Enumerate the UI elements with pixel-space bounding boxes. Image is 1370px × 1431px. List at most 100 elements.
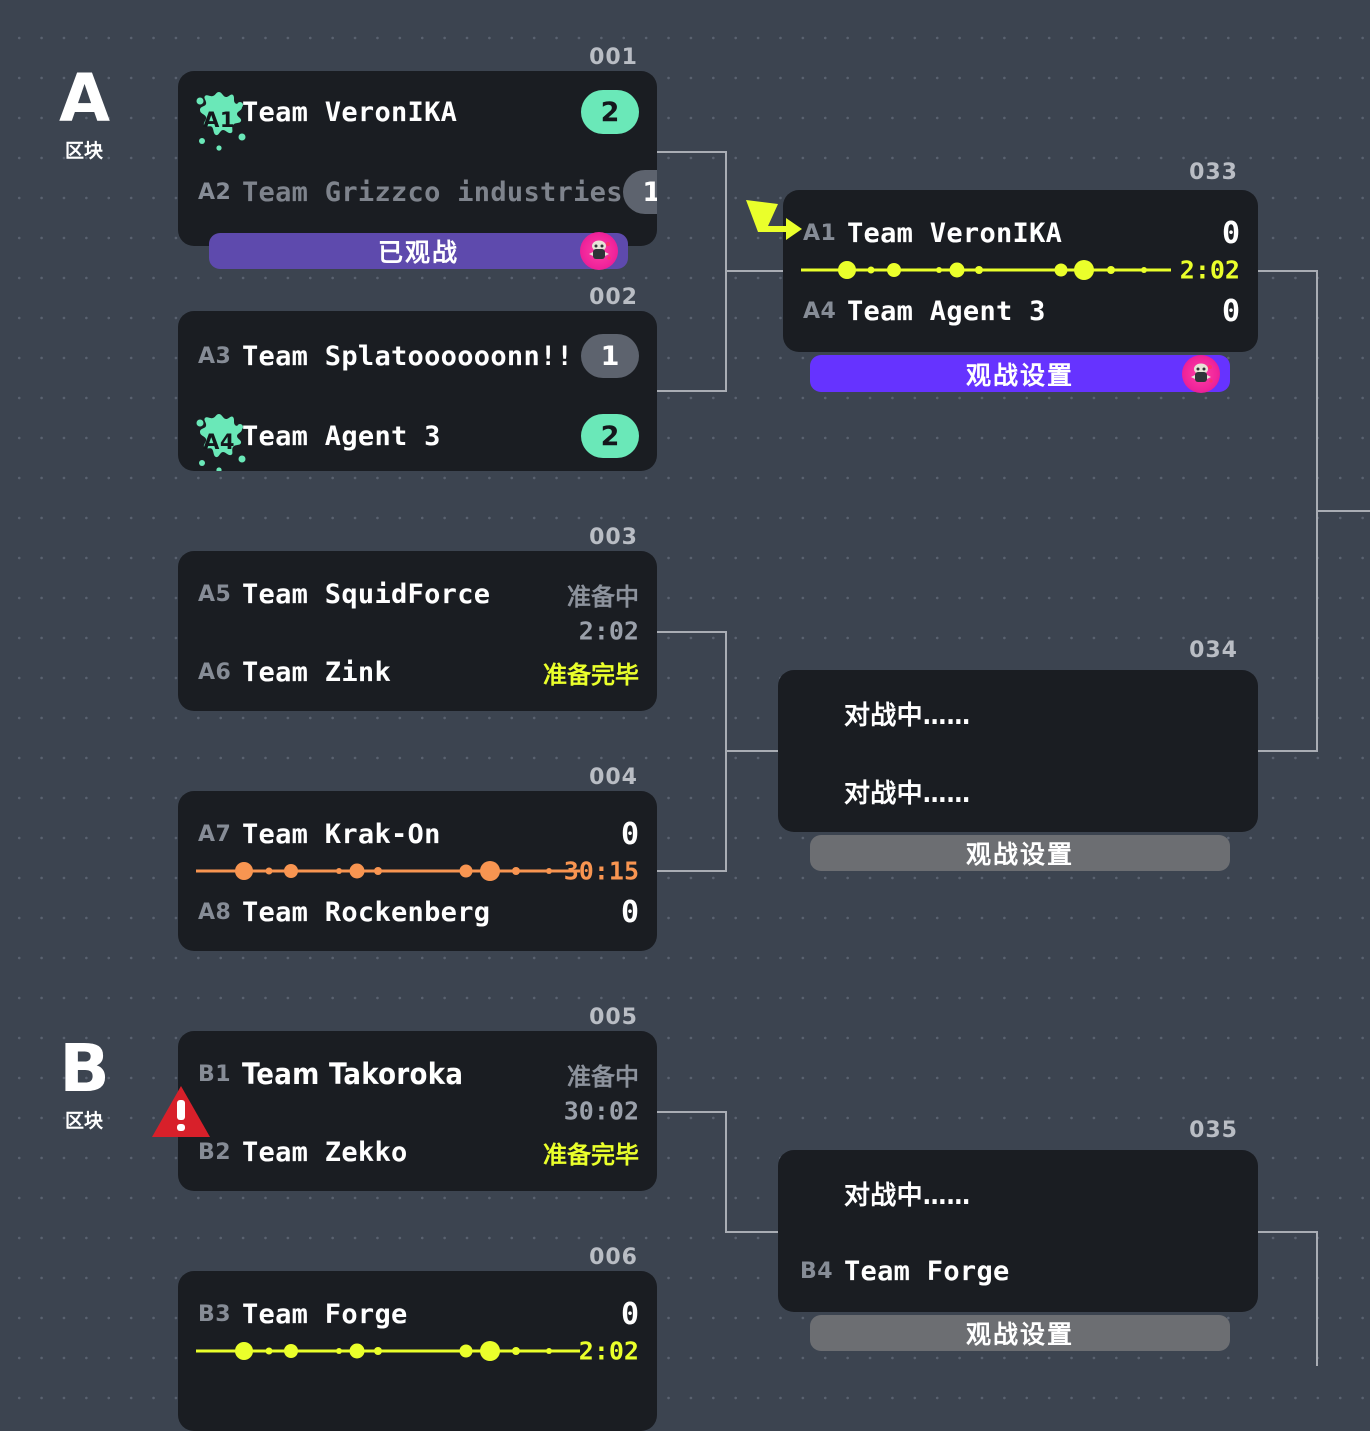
team-name: Team Forge [242,1298,408,1330]
connector-002-out [657,390,727,392]
match-id-002: 002 [589,285,638,310]
connector-033-out [1258,270,1318,272]
connector-001-out [657,151,727,153]
match-card-005[interactable]: B1 Team Takoroka 准备中 30:02 B2 Team Zekko… [178,1031,657,1191]
ink-line-decoration [196,1341,580,1361]
seed-label: A4 [803,298,837,324]
block-label-a: A 区块 [36,66,132,163]
seed-label: A1 [803,220,837,246]
match-card-002[interactable]: A3 Team Splatoooooonn!! 1 A4 Team Agent … [178,311,657,471]
match-divider: 2:02 [178,616,657,646]
match-row-team[interactable]: A7 Team Krak-On 0 [178,807,657,861]
match-card-001[interactable]: A1 Team VeronIKA 2 A1 A2 Team Grizzco in… [178,71,657,246]
team-score: 0 [1221,215,1240,251]
match-id-033: 033 [1189,160,1238,185]
team-name: Team VeronIKA [242,96,458,128]
connector-035-out [1258,1231,1318,1233]
match-row-team[interactable]: B4 Team Forge [778,1244,1258,1298]
spectate-label: 观战设置 [965,1320,1074,1349]
seed-label: B4 [800,1258,834,1284]
seed-label: B1 [198,1061,232,1087]
match-id-001: 001 [589,45,638,70]
spectate-bar-001[interactable]: 已观战 [209,232,628,270]
team-name: Team SquidForce [242,578,491,610]
match-card-003[interactable]: A5 Team SquidForce 准备中 2:02 A6 Team Zink… [178,551,657,711]
match-id-035: 035 [1189,1118,1238,1143]
match-id-006: 006 [589,1245,638,1270]
team-name: 对战中…… [844,700,971,731]
match-row-team[interactable]: 对战中…… [778,686,1258,740]
match-row-team[interactable]: A1 Team VeronIKA 0 [783,206,1258,260]
match-divider: 2:02 [783,255,1258,285]
team-score: 0 [620,894,639,930]
seed-label: A8 [198,899,232,925]
team-score: 1 [581,334,639,378]
match-timer: 30:15 [563,856,639,886]
connector-into-033 [725,270,785,272]
match-row-team[interactable]: A1 Team VeronIKA 2 [178,85,657,139]
match-row-team[interactable]: B3 Team Forge 0 [178,1287,657,1341]
connector-004-out [657,870,727,872]
connector-into-final [1316,510,1370,512]
team-name: Team VeronIKA [847,217,1063,249]
match-divider: 30:15 [178,856,657,886]
connector-into-034 [725,750,785,752]
spectator-avatar [1182,354,1220,393]
team-score: 2 [581,414,639,458]
match-row-team[interactable]: B2 Team Zekko 准备完毕 [178,1125,657,1179]
match-timer: 2:02 [578,1336,639,1366]
team-name: Team Rockenberg [242,896,491,928]
spectate-bar-035[interactable]: 观战设置 [810,1315,1230,1351]
match-row-team[interactable]: A4 Team Agent 3 0 [783,284,1258,338]
team-name: Team Krak-On [242,818,441,850]
connector-round2-vert2 [1316,510,1318,752]
match-row-team[interactable]: A3 Team Splatoooooonn!! 1 [178,329,657,383]
match-row-team[interactable]: A8 Team Rockenberg 0 [178,885,657,939]
team-score: 0 [620,1296,639,1332]
connector-round1-b-vert2 [725,750,727,872]
connector-003-out [657,631,727,633]
match-row-team[interactable]: A6 Team Zink 准备完毕 [178,645,657,699]
team-name: Team Takoroka [242,1057,464,1091]
seed-label: A5 [198,581,232,607]
match-row-team[interactable]: B1 Team Takoroka 准备中 [178,1047,657,1101]
block-sublabel-a: 区块 [64,140,103,162]
team-name: Team Agent 3 [242,420,441,452]
block-letter-b: B [59,1030,109,1107]
connector-034-out [1258,750,1318,752]
match-card-004[interactable]: A7 Team Krak-On 0 30:15 A8 Team Rockenbe… [178,791,657,951]
spectate-bar-034[interactable]: 观战设置 [810,835,1230,871]
spectate-bar-033[interactable]: 观战设置 [810,354,1230,393]
connector-round1-c-vert [725,1111,727,1231]
match-id-003: 003 [589,525,638,550]
match-card-033[interactable]: A1 Team VeronIKA 0 2:02 A4 Team Agent 3 … [783,190,1258,352]
team-name: 对战中…… [844,1180,971,1211]
match-card-034[interactable]: 对战中…… 对战中…… [778,670,1258,832]
team-status: 准备完毕 [543,1140,639,1169]
match-card-006[interactable]: B3 Team Forge 0 2:02 [178,1271,657,1431]
match-row-team[interactable]: A5 Team SquidForce 准备中 [178,567,657,621]
block-label-b: B 区块 [36,1030,132,1133]
seed-label: A3 [198,343,232,369]
match-row-team[interactable]: 对战中…… [778,764,1258,818]
connector-round2-vert [1316,270,1318,510]
seed-label: A7 [198,821,232,847]
connector-into-035 [725,1231,785,1233]
match-timer: 2:02 [578,616,639,646]
match-timer: 2:02 [1179,255,1240,285]
seed-label: B2 [198,1139,232,1165]
spectate-label: 观战设置 [965,360,1074,390]
match-divider: 30:02 [178,1097,657,1126]
team-score: 0 [620,816,639,852]
match-row-team[interactable]: A4 Team Agent 3 2 [178,409,657,463]
match-row-team[interactable]: 对战中…… [778,1166,1258,1220]
match-row-team[interactable]: A2 Team Grizzco industries 1 [178,165,657,219]
connector-round1-a-vert2 [725,270,727,392]
team-name: Team Zekko [242,1136,408,1168]
spectate-label: 已观战 [377,238,459,267]
match-card-035[interactable]: 对战中…… B4 Team Forge [778,1150,1258,1312]
connector-round1-a-vert [725,151,727,271]
spectator-avatar [580,232,618,270]
match-divider: 2:02 [178,1336,657,1366]
team-score: 0 [1221,293,1240,329]
